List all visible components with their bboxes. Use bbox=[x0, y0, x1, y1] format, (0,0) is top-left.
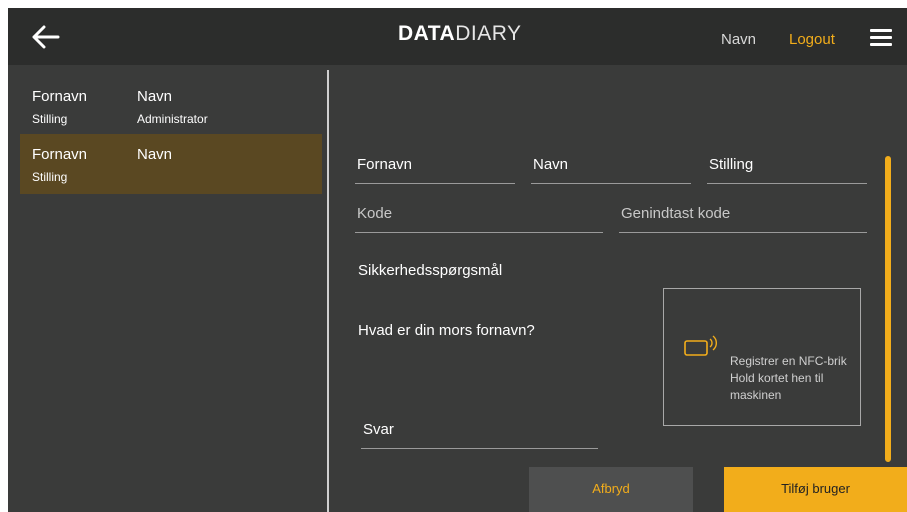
back-button[interactable] bbox=[32, 25, 60, 49]
security-question-select[interactable]: Hvad er din mors fornavn? bbox=[358, 322, 535, 339]
position-value: Stilling bbox=[709, 156, 754, 173]
code-field[interactable]: Kode bbox=[355, 205, 603, 233]
nfc-line-2: Hold kortet hen til bbox=[730, 371, 824, 385]
logo-bold: DATA bbox=[398, 22, 456, 45]
answer-field[interactable]: Svar bbox=[361, 421, 598, 449]
add-user-button[interactable]: Tilføj bruger bbox=[724, 467, 907, 512]
user-list-item-selected[interactable]: Fornavn Navn Stilling bbox=[20, 134, 322, 194]
repeat-code-placeholder: Genindtast kode bbox=[621, 205, 731, 222]
code-placeholder: Kode bbox=[357, 205, 393, 222]
current-user-name: Navn bbox=[721, 31, 757, 48]
panel-divider bbox=[327, 70, 329, 512]
position-field[interactable]: Stilling bbox=[707, 156, 867, 184]
security-question-label: Sikkerhedsspørgsmål bbox=[358, 262, 503, 279]
user-position: Stilling bbox=[32, 112, 68, 126]
user-last-name: Navn bbox=[137, 146, 173, 163]
logo-light: DIARY bbox=[455, 22, 522, 45]
first-name-value: Fornavn bbox=[357, 156, 413, 173]
form-scrollbar[interactable] bbox=[885, 156, 891, 462]
arrow-left-icon bbox=[32, 25, 60, 49]
nfc-card-icon bbox=[684, 335, 717, 356]
hamburger-menu-icon[interactable] bbox=[870, 29, 892, 46]
user-list-item[interactable]: Fornavn Navn Stilling Administrator bbox=[20, 76, 322, 136]
logout-link[interactable]: Logout bbox=[789, 31, 835, 48]
cancel-button[interactable]: Afbryd bbox=[529, 467, 693, 512]
user-role: Administrator bbox=[137, 112, 208, 126]
app-logo: DATADIARY bbox=[398, 22, 522, 46]
first-name-field[interactable]: Fornavn bbox=[355, 156, 515, 184]
user-first-name: Fornavn bbox=[32, 146, 88, 163]
nfc-instructions: Registrer en NFC-brik Hold kortet hen ti… bbox=[730, 353, 847, 404]
app-window: DATADIARY Navn Logout Fornavn Navn Still… bbox=[8, 8, 907, 512]
nfc-line-1: Registrer en NFC-brik bbox=[730, 354, 847, 368]
nfc-register-box[interactable]: Registrer en NFC-brik Hold kortet hen ti… bbox=[663, 288, 861, 426]
answer-value: Svar bbox=[363, 421, 394, 438]
user-last-name: Navn bbox=[137, 88, 173, 105]
last-name-value: Navn bbox=[533, 156, 569, 173]
nfc-line-3: maskinen bbox=[730, 388, 782, 402]
user-first-name: Fornavn bbox=[32, 88, 88, 105]
user-position: Stilling bbox=[32, 170, 68, 184]
last-name-field[interactable]: Navn bbox=[531, 156, 691, 184]
repeat-code-field[interactable]: Genindtast kode bbox=[619, 205, 867, 233]
top-bar: DATADIARY Navn Logout bbox=[8, 8, 907, 65]
